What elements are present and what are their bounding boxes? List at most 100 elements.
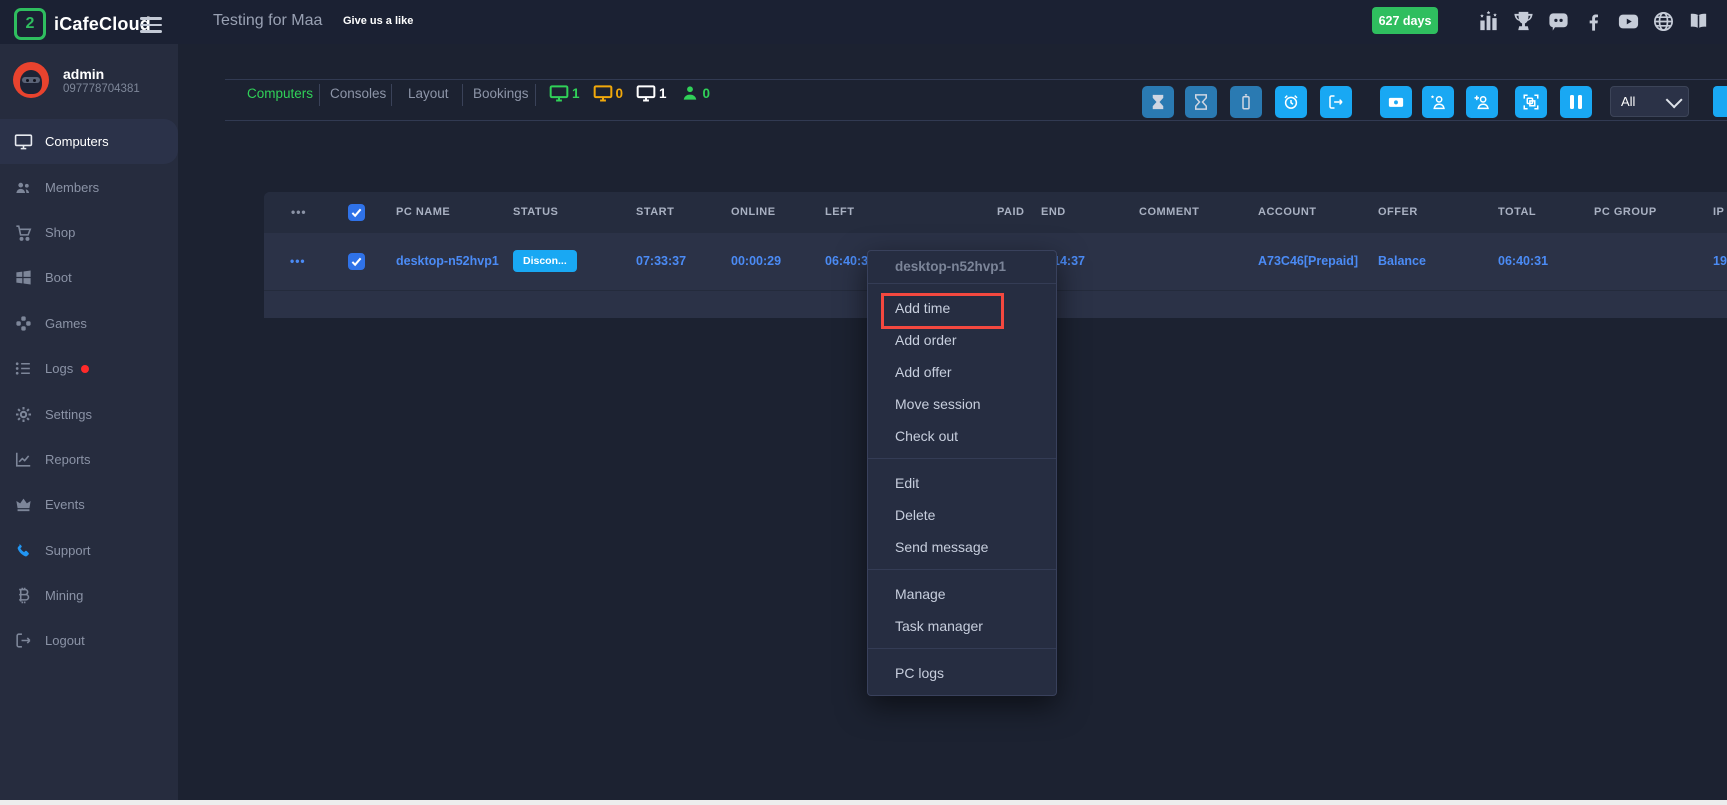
- handbook-icon[interactable]: [1687, 10, 1710, 33]
- app-logo[interactable]: 2 iCafeCloud: [14, 8, 151, 40]
- pause-icon: [1570, 95, 1582, 109]
- cell-total: 06:40:31: [1498, 233, 1548, 290]
- screenshot-button[interactable]: [1515, 86, 1547, 118]
- sidebar-item-mining[interactable]: Mining: [0, 573, 178, 618]
- logo-icon: 2: [14, 8, 46, 40]
- tab-layout[interactable]: Layout: [408, 86, 449, 101]
- cell-pc-name[interactable]: desktop-n52hvp1: [396, 233, 499, 290]
- facebook-icon[interactable]: [1582, 10, 1605, 33]
- cart-icon: [14, 223, 33, 242]
- chevron-down-icon: [1666, 91, 1683, 108]
- clipped-toolbar-button[interactable]: [1713, 86, 1727, 117]
- sidebar-item-reports[interactable]: Reports: [0, 437, 178, 482]
- col-start: START: [636, 192, 674, 233]
- members-icon: [14, 178, 33, 197]
- menu-item-send-message[interactable]: Send message: [868, 531, 1056, 563]
- status-counters: 1 0 1 0: [549, 83, 710, 103]
- menu-item-pc-logs[interactable]: PC logs: [868, 657, 1056, 689]
- context-menu-title: desktop-n52hvp1: [868, 251, 1056, 283]
- cell-offer: Balance: [1378, 233, 1426, 290]
- sidebar-item-label: Mining: [45, 588, 83, 603]
- row-menu-icon[interactable]: •••: [290, 233, 306, 290]
- pause-button[interactable]: [1560, 86, 1592, 118]
- menu-item-move-session[interactable]: Move session: [868, 388, 1056, 420]
- menu-item-task-manager[interactable]: Task manager: [868, 610, 1056, 642]
- member-check-in-button[interactable]: [1422, 86, 1454, 118]
- ranking-icon[interactable]: [1477, 10, 1500, 33]
- sidebar-item-events[interactable]: Events: [0, 482, 178, 527]
- offline-pc-counter: 1: [636, 83, 667, 103]
- battery-button[interactable]: [1230, 86, 1262, 118]
- hourglass-filled-icon: [1149, 93, 1167, 111]
- user-profile: admin 097778704381: [13, 62, 140, 98]
- sidebar-item-label: Logout: [45, 633, 85, 648]
- discord-icon[interactable]: [1547, 10, 1570, 33]
- divider: [462, 84, 463, 106]
- tab-bookings[interactable]: Bookings: [473, 86, 529, 101]
- sidebar-item-boot[interactable]: Boot: [0, 255, 178, 300]
- alarm-button[interactable]: [1275, 86, 1307, 118]
- pc-context-menu: desktop-n52hvp1 Add time Add order Add o…: [867, 250, 1057, 696]
- menu-item-add-time[interactable]: Add time: [868, 292, 1056, 324]
- cash-icon: [1387, 93, 1405, 111]
- session-timer-button[interactable]: [1185, 86, 1217, 118]
- horizontal-scrollbar[interactable]: [0, 800, 1727, 805]
- check-out-button[interactable]: [1320, 86, 1352, 118]
- col-total: TOTAL: [1498, 192, 1536, 233]
- globe-icon[interactable]: [1652, 10, 1675, 33]
- tab-computers[interactable]: Computers: [247, 86, 313, 101]
- trophy-icon[interactable]: [1512, 10, 1535, 33]
- menu-item-delete[interactable]: Delete: [868, 499, 1056, 531]
- logout-icon: [14, 631, 33, 650]
- menu-item-manage[interactable]: Manage: [868, 578, 1056, 610]
- table-header-row: ••• PC NAME STATUS START ONLINE LEFT PAI…: [264, 192, 1727, 233]
- screenshot-icon: [1522, 93, 1540, 111]
- cafe-title: Testing for Maa: [213, 12, 322, 30]
- youtube-icon[interactable]: [1617, 10, 1640, 33]
- col-end: END: [1041, 192, 1066, 233]
- user-phone: 097778704381: [63, 83, 140, 95]
- menu-item-check-out[interactable]: Check out: [868, 420, 1056, 452]
- chart-icon: [14, 450, 33, 469]
- sidebar-item-logout[interactable]: Logout: [0, 618, 178, 663]
- battery-icon: [1237, 93, 1255, 111]
- user-name: admin: [63, 66, 140, 83]
- phone-icon: [14, 541, 33, 560]
- sidebar: admin 097778704381 Computers Members Sho…: [0, 44, 178, 800]
- monitor-icon: [549, 83, 569, 103]
- sidebar-item-logs[interactable]: Logs: [0, 346, 178, 391]
- cash-button[interactable]: [1380, 86, 1412, 118]
- menu-item-edit[interactable]: Edit: [868, 467, 1056, 499]
- sidebar-item-settings[interactable]: Settings: [0, 391, 178, 436]
- logo-text: iCafeCloud: [54, 14, 151, 35]
- menu-item-add-offer[interactable]: Add offer: [868, 356, 1056, 388]
- filter-value: All: [1621, 94, 1635, 109]
- col-ip: IP A: [1713, 192, 1727, 233]
- sidebar-item-label: Shop: [45, 225, 75, 240]
- sidebar-item-label: Support: [45, 543, 91, 558]
- windows-icon: [14, 268, 33, 287]
- guest-check-in-button[interactable]: [1466, 86, 1498, 118]
- sidebar-item-computers[interactable]: Computers: [0, 119, 178, 164]
- session-time-button[interactable]: [1142, 86, 1174, 118]
- tab-consoles[interactable]: Consoles: [330, 86, 386, 101]
- sidebar-item-members[interactable]: Members: [0, 164, 178, 209]
- row-checkbox[interactable]: [348, 253, 365, 270]
- icafecloud-app: 2 iCafeCloud Testing for Maa Give us a l…: [0, 0, 1727, 805]
- select-all-checkbox[interactable]: [348, 204, 365, 221]
- sidebar-item-shop[interactable]: Shop: [0, 210, 178, 255]
- sidebar-item-support[interactable]: Support: [0, 528, 178, 573]
- license-days-button[interactable]: 627 days: [1372, 7, 1438, 34]
- logs-alert-dot: [81, 365, 89, 373]
- topbar-icon-links: [1477, 10, 1710, 33]
- monitor-icon: [636, 83, 656, 103]
- top-bar: 2 iCafeCloud Testing for Maa Give us a l…: [0, 0, 1727, 44]
- menu-toggle-icon[interactable]: [140, 13, 162, 37]
- member-star-icon: [1429, 93, 1447, 111]
- header-row-menu-icon[interactable]: •••: [291, 192, 307, 233]
- sidebar-item-games[interactable]: Games: [0, 301, 178, 346]
- idle-pc-counter: 0: [593, 83, 624, 103]
- pc-group-filter-select[interactable]: All: [1610, 86, 1689, 117]
- give-us-a-like-link[interactable]: Give us a like: [343, 15, 413, 27]
- menu-item-add-order[interactable]: Add order: [868, 324, 1056, 356]
